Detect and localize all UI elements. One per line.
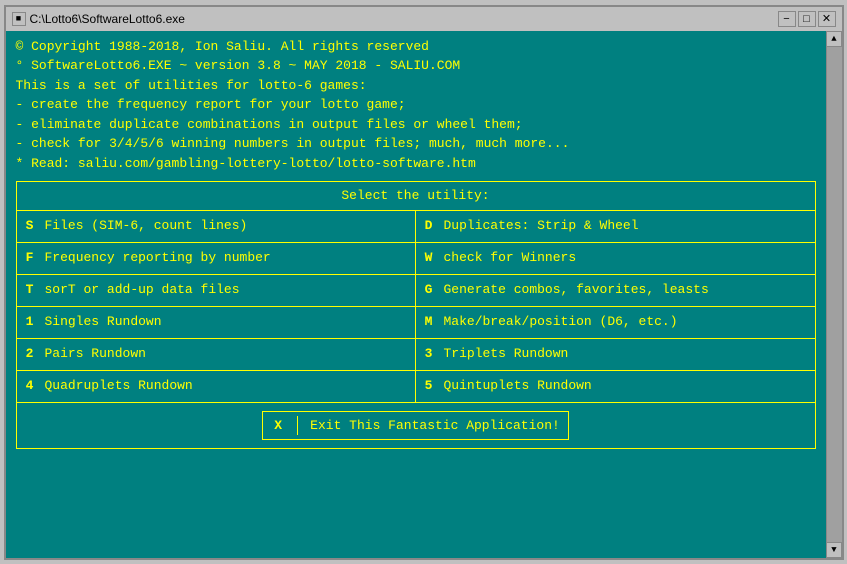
intro-line-6: - check for 3/4/5/6 winning numbers in o… [16, 134, 816, 154]
utility-box: Select the utility: S Files (SIM-6, count… [16, 181, 816, 449]
cell-key-D: D [422, 216, 436, 236]
cell-key-G: G [422, 280, 436, 300]
intro-line-5: - eliminate duplicate combinations in ou… [16, 115, 816, 135]
scrollbar[interactable]: ▲ ▼ [826, 31, 842, 558]
cell-value-5-left: Quadruplets Rundown [45, 376, 409, 396]
grid-cell-left-4[interactable]: 2 Pairs Rundown [17, 339, 416, 371]
exit-divider [297, 416, 298, 436]
exit-label: Exit This Fantastic Application! [310, 416, 560, 436]
cell-value-5-right: Quintuplets Rundown [444, 376, 809, 396]
cell-key-3: 3 [422, 344, 436, 364]
cell-value-2-left: sorT or add-up data files [45, 280, 409, 300]
grid-cell-right-3[interactable]: M Make/break/position (D6, etc.) [416, 307, 815, 339]
utility-title: Select the utility: [17, 182, 815, 211]
grid-cell-left-2[interactable]: TsorT or add-up data files [17, 275, 416, 307]
title-bar: ■ C:\Lotto6\SoftwareLotto6.exe − □ ✕ [6, 7, 842, 31]
scroll-up-button[interactable]: ▲ [826, 31, 842, 47]
grid-cell-left-0[interactable]: S Files (SIM-6, count lines) [17, 211, 416, 243]
title-buttons: − □ ✕ [778, 11, 836, 27]
title-bar-left: ■ C:\Lotto6\SoftwareLotto6.exe [12, 12, 185, 26]
grid-cell-right-1[interactable]: Wcheck for Winners [416, 243, 815, 275]
cell-value-1-right: check for Winners [444, 248, 809, 268]
cell-value-3-right: Make/break/position (D6, etc.) [444, 312, 809, 332]
cell-key-F: F [23, 248, 37, 268]
cell-key-M: M [422, 312, 436, 332]
intro-line-7: * Read: saliu.com/gambling-lottery-lotto… [16, 154, 816, 174]
exit-row: X Exit This Fantastic Application! [17, 403, 815, 449]
exit-cell[interactable]: X Exit This Fantastic Application! [262, 411, 569, 441]
intro-text: © Copyright 1988-2018, Ion Saliu. All ri… [16, 37, 816, 174]
grid-cell-right-5[interactable]: 5 Quintuplets Rundown [416, 371, 815, 403]
scroll-down-button[interactable]: ▼ [826, 542, 842, 558]
exit-key: X [271, 416, 285, 436]
cell-key-2: 2 [23, 344, 37, 364]
grid-cell-left-5[interactable]: 4 Quadruplets Rundown [17, 371, 416, 403]
maximize-button[interactable]: □ [798, 11, 816, 27]
grid-cell-right-2[interactable]: G Generate combos, favorites, leasts [416, 275, 815, 307]
cell-value-2-right: Generate combos, favorites, leasts [444, 280, 809, 300]
grid-cell-right-0[interactable]: D Duplicates: Strip & Wheel [416, 211, 815, 243]
main-content: © Copyright 1988-2018, Ion Saliu. All ri… [6, 31, 826, 558]
cell-key-S: S [23, 216, 37, 236]
grid-cell-left-3[interactable]: 1 Singles Rundown [17, 307, 416, 339]
cell-key-5: 5 [422, 376, 436, 396]
cell-key-T: T [23, 280, 37, 300]
cell-key-4: 4 [23, 376, 37, 396]
intro-line-1: © Copyright 1988-2018, Ion Saliu. All ri… [16, 37, 816, 57]
grid-cell-right-4[interactable]: 3 Triplets Rundown [416, 339, 815, 371]
cell-key-1: 1 [23, 312, 37, 332]
cell-value-0-left: Files (SIM-6, count lines) [45, 216, 409, 236]
cell-value-4-left: Pairs Rundown [45, 344, 409, 364]
cell-value-1-left: Frequency reporting by number [45, 248, 409, 268]
minimize-button[interactable]: − [778, 11, 796, 27]
utility-grid: S Files (SIM-6, count lines) D Duplicates: … [17, 211, 815, 403]
intro-line-2: ° SoftwareLotto6.EXE ~ version 3.8 ~ MAY… [16, 56, 816, 76]
close-button[interactable]: ✕ [818, 11, 836, 27]
scroll-track[interactable] [827, 47, 842, 542]
main-window: ■ C:\Lotto6\SoftwareLotto6.exe − □ ✕ © C… [4, 5, 844, 560]
cell-value-0-right: Duplicates: Strip & Wheel [444, 216, 809, 236]
cell-value-3-left: Singles Rundown [45, 312, 409, 332]
content-area: © Copyright 1988-2018, Ion Saliu. All ri… [6, 31, 842, 558]
cell-key-W: W [422, 248, 436, 268]
intro-line-4: - create the frequency report for your l… [16, 95, 816, 115]
window-icon: ■ [12, 12, 26, 26]
cell-value-4-right: Triplets Rundown [444, 344, 809, 364]
intro-line-3: This is a set of utilities for lotto-6 g… [16, 76, 816, 96]
grid-cell-left-1[interactable]: F Frequency reporting by number [17, 243, 416, 275]
window-title: C:\Lotto6\SoftwareLotto6.exe [30, 12, 185, 26]
